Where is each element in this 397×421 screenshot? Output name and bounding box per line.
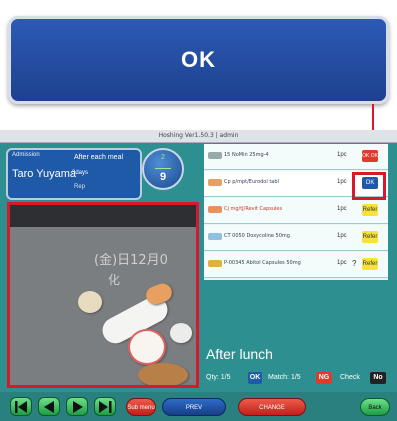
drug-row[interactable]: Cj mg/tJ/Revit Capsules 1pc Refer	[204, 198, 388, 224]
callout-label: OK	[181, 47, 216, 72]
patient-name: Taro Yuyama	[12, 168, 77, 180]
qty-ok-badge: OK	[248, 372, 262, 384]
photo-shadow	[10, 205, 196, 227]
drug-name: 15 NoMin 25mg-4	[224, 152, 269, 158]
pill-tan-tablet	[78, 291, 102, 313]
last-icon	[99, 401, 112, 413]
meal-label: After lunch	[206, 346, 273, 362]
drug-name: P-00345 Abitol Capsules 50mg	[224, 260, 301, 266]
drug-name: CT 0050 Doxycoline 50mg	[224, 233, 290, 239]
counter-current: 2	[161, 154, 165, 161]
packet-print-text: (金)日12月0	[94, 253, 168, 268]
check-no-badge: No	[370, 372, 386, 384]
prev-icon	[44, 401, 54, 413]
patient-days: 3days	[72, 170, 89, 176]
prev-button[interactable]	[38, 397, 60, 416]
pill-icon	[208, 152, 222, 159]
patient-category: Admission	[12, 152, 40, 158]
first-icon	[15, 401, 27, 413]
drug-row[interactable]: P-00345 Abitol Capsules 50mg 1pc ? Refer	[204, 252, 388, 278]
ok-highlight-box	[352, 172, 386, 200]
back-button[interactable]: Back	[360, 398, 390, 416]
drug-status-badge[interactable]: Refer	[362, 231, 378, 243]
prev-patient-button[interactable]: PREV	[162, 398, 226, 416]
patient-sub: Rep	[74, 184, 86, 190]
pill-icon	[208, 260, 222, 267]
packet-counter: 2 9	[142, 148, 184, 190]
drug-qty: 1pc	[337, 260, 347, 266]
packet-print-text-2: 化	[108, 273, 121, 287]
packet-photo: (金)日12月0 化	[7, 202, 199, 388]
dose-timing: After each meal	[74, 154, 124, 161]
counter-total: 9	[159, 171, 167, 183]
next-icon	[73, 401, 83, 413]
app-window: Hoshing Ver1.50.3 | admin Admission Afte…	[0, 130, 397, 421]
counter-divider	[155, 168, 171, 169]
sub-menu-button[interactable]: Sub menu	[126, 398, 156, 416]
drug-row[interactable]: CT 0050 Doxycoline 50mg 1pc Refer	[204, 225, 388, 251]
drug-name: Cp p/mpt/Eurodol tabl	[224, 179, 279, 185]
match-label: Match: 1/5	[268, 374, 301, 381]
qty-label: Qty: 1/5	[206, 374, 231, 381]
ok-callout: OK	[8, 16, 389, 104]
drug-list: 15 NoMin 25mg-4 1pc OK OK Cp p/mpt/Eurod…	[204, 144, 388, 280]
pill-small-white	[170, 323, 192, 343]
drug-mark: ?	[352, 259, 357, 268]
drug-qty: 1pc	[337, 152, 347, 158]
pill-icon	[208, 233, 222, 240]
drug-qty: 1pc	[337, 233, 347, 239]
drug-row[interactable]: 15 NoMin 25mg-4 1pc OK OK	[204, 144, 388, 170]
bottom-nav: Sub menu PREV CHANGE Back	[0, 392, 397, 421]
pill-icon	[208, 179, 222, 186]
drug-qty: 1pc	[337, 179, 347, 185]
match-ng-badge: NG	[316, 372, 332, 384]
drug-name: Cj mg/tJ/Revit Capsules	[224, 206, 283, 212]
drug-qty: 1pc	[337, 206, 347, 212]
next-button[interactable]	[66, 397, 88, 416]
check-label: Check	[340, 374, 360, 381]
patient-panel: Admission After each meal Taro Yuyama 3d…	[6, 148, 142, 200]
change-button[interactable]: CHANGE	[238, 398, 306, 416]
last-button[interactable]	[94, 397, 116, 416]
drug-status-badge[interactable]: Refer	[362, 204, 378, 216]
drug-status-badge[interactable]: OK OK	[362, 150, 378, 162]
drug-status-badge[interactable]: Refer	[362, 258, 378, 270]
pill-round-white	[128, 329, 166, 365]
pill-icon	[208, 206, 222, 213]
window-title: Hoshing Ver1.50.3 | admin	[0, 130, 397, 143]
pill-brown-oval	[138, 363, 188, 385]
first-button[interactable]	[10, 397, 32, 416]
